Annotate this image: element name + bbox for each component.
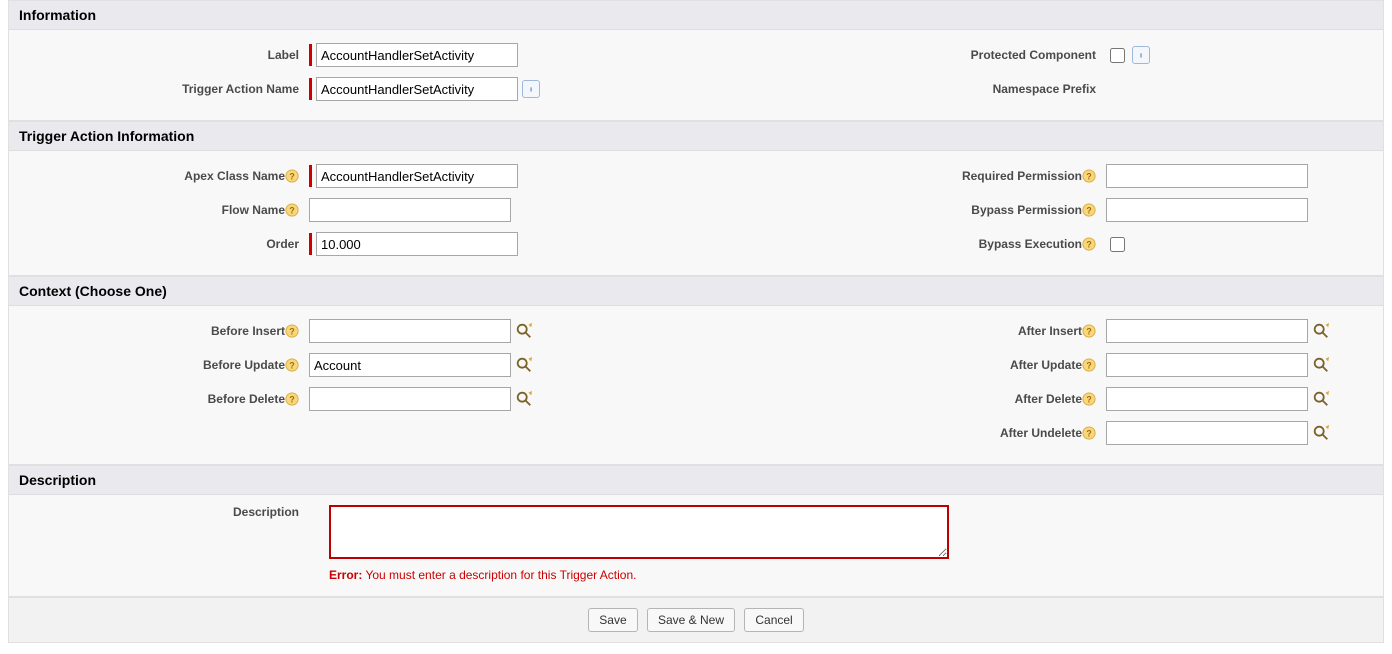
error-label: Error:: [329, 568, 362, 582]
svg-text:?: ?: [289, 172, 294, 182]
trigger-action-information-section: Trigger Action Information Apex Class Na…: [8, 121, 1384, 276]
lookup-icon[interactable]: [515, 356, 533, 374]
after-update-input[interactable]: [1106, 353, 1308, 377]
help-icon[interactable]: ?: [285, 392, 299, 406]
trigger-action-name-label: Trigger Action Name: [21, 82, 309, 96]
protected-component-checkbox[interactable]: [1110, 48, 1125, 63]
context-section: Context (Choose One) Before Insert ? Bef…: [8, 276, 1384, 465]
help-icon[interactable]: ?: [1082, 237, 1096, 251]
svg-text:?: ?: [1086, 172, 1091, 182]
before-insert-input[interactable]: [309, 319, 511, 343]
protected-component-label: Protected Component: [706, 48, 1106, 62]
after-update-label: After Update: [1010, 358, 1082, 372]
flow-name-label: Flow Name: [222, 203, 285, 217]
help-icon[interactable]: ?: [1082, 169, 1096, 183]
lookup-icon[interactable]: [1312, 424, 1330, 442]
help-icon[interactable]: ?: [1082, 324, 1096, 338]
help-icon[interactable]: ?: [1082, 426, 1096, 440]
before-delete-label: Before Delete: [208, 392, 285, 406]
help-icon[interactable]: ?: [1082, 392, 1096, 406]
info-icon[interactable]: i: [522, 80, 540, 98]
lookup-icon[interactable]: [1312, 390, 1330, 408]
lookup-icon[interactable]: [515, 322, 533, 340]
required-permission-label: Required Permission: [962, 169, 1082, 183]
svg-text:?: ?: [289, 327, 294, 337]
required-indicator: [309, 233, 312, 255]
description-textarea[interactable]: [329, 505, 949, 559]
button-bar: Save Save & New Cancel: [8, 597, 1384, 643]
svg-text:i: i: [1140, 53, 1142, 60]
after-delete-input[interactable]: [1106, 387, 1308, 411]
required-indicator: [309, 44, 312, 66]
bypass-permission-label: Bypass Permission: [971, 203, 1082, 217]
required-indicator: [309, 78, 312, 100]
help-icon[interactable]: ?: [285, 169, 299, 183]
order-label: Order: [21, 237, 309, 251]
after-insert-label: After Insert: [1018, 324, 1082, 338]
section-header-context: Context (Choose One): [9, 277, 1383, 306]
help-icon[interactable]: ?: [1082, 203, 1096, 217]
required-indicator: [309, 165, 312, 187]
order-input[interactable]: [316, 232, 518, 256]
lookup-icon[interactable]: [1312, 356, 1330, 374]
flow-name-input[interactable]: [309, 198, 511, 222]
information-section: Information Label Trigger Action Name: [8, 0, 1384, 121]
save-and-new-button[interactable]: Save & New: [647, 608, 735, 632]
before-update-label: Before Update: [203, 358, 285, 372]
lookup-icon[interactable]: [515, 390, 533, 408]
required-permission-input[interactable]: [1106, 164, 1308, 188]
svg-text:?: ?: [1086, 206, 1091, 216]
help-icon[interactable]: ?: [285, 203, 299, 217]
svg-text:?: ?: [289, 395, 294, 405]
apex-class-name-input[interactable]: [316, 164, 518, 188]
before-update-input[interactable]: [309, 353, 511, 377]
after-delete-label: After Delete: [1015, 392, 1082, 406]
svg-text:?: ?: [1086, 361, 1091, 371]
svg-text:?: ?: [289, 361, 294, 371]
lookup-icon[interactable]: [1312, 322, 1330, 340]
bypass-execution-label: Bypass Execution: [979, 237, 1082, 251]
label-input[interactable]: [316, 43, 518, 67]
svg-text:?: ?: [1086, 395, 1091, 405]
section-header-trigger: Trigger Action Information: [9, 122, 1383, 151]
help-icon[interactable]: ?: [285, 358, 299, 372]
section-header-description: Description: [9, 466, 1383, 495]
error-message: Error: You must enter a description for …: [329, 568, 949, 582]
label-label: Label: [21, 48, 309, 62]
trigger-action-name-input[interactable]: [316, 77, 518, 101]
before-insert-label: Before Insert: [211, 324, 285, 338]
description-label: Description: [21, 505, 309, 519]
help-icon[interactable]: ?: [285, 324, 299, 338]
svg-text:i: i: [530, 87, 532, 94]
section-header-information: Information: [9, 1, 1383, 30]
apex-class-name-label: Apex Class Name: [184, 169, 285, 183]
help-icon[interactable]: ?: [1082, 358, 1096, 372]
after-undelete-label: After Undelete: [1000, 426, 1082, 440]
after-insert-input[interactable]: [1106, 319, 1308, 343]
error-text: You must enter a description for this Tr…: [362, 568, 636, 582]
before-delete-input[interactable]: [309, 387, 511, 411]
cancel-button[interactable]: Cancel: [744, 608, 803, 632]
bypass-permission-input[interactable]: [1106, 198, 1308, 222]
save-button[interactable]: Save: [588, 608, 637, 632]
svg-text:?: ?: [1086, 327, 1091, 337]
info-icon[interactable]: i: [1132, 46, 1150, 64]
svg-text:?: ?: [1086, 429, 1091, 439]
namespace-prefix-label: Namespace Prefix: [706, 82, 1106, 96]
svg-text:?: ?: [1086, 240, 1091, 250]
after-undelete-input[interactable]: [1106, 421, 1308, 445]
description-section: Description Description Error: You must …: [8, 465, 1384, 597]
bypass-execution-checkbox[interactable]: [1110, 237, 1125, 252]
svg-text:?: ?: [289, 206, 294, 216]
